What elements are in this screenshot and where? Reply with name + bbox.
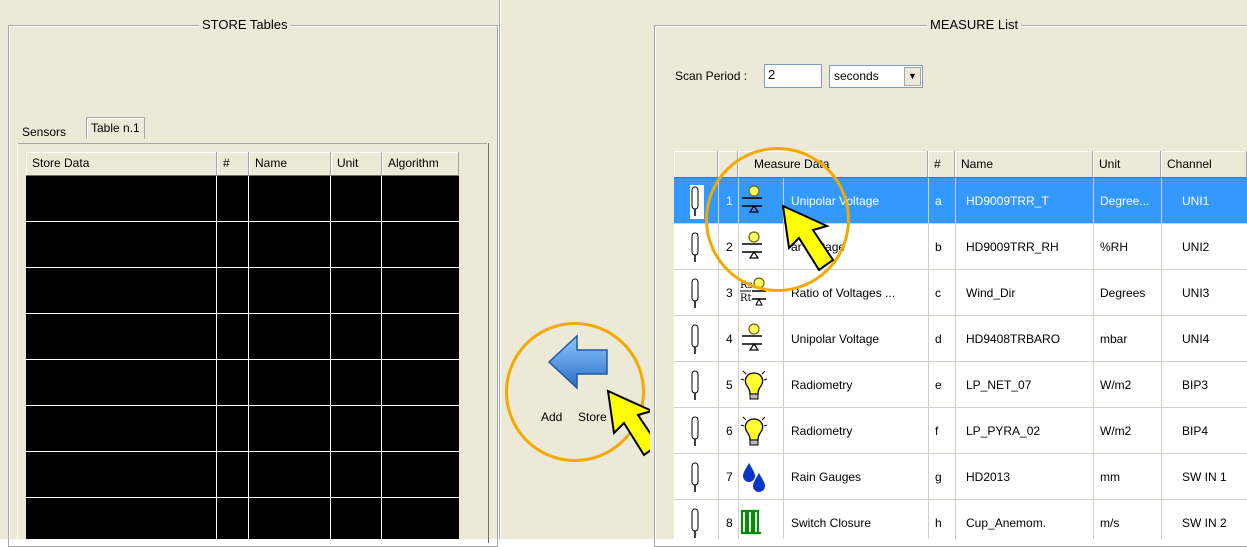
col-name[interactable]: Name [249,152,331,176]
name-cell: HD9009TRR_T [966,194,1049,208]
lightbulb-icon [740,415,770,449]
col-hash[interactable]: # [928,151,955,178]
scan-unit-value: seconds [834,69,879,83]
tab-table-n1[interactable]: Table n.1 [86,117,145,139]
unit-cell: Degree... [1100,194,1150,208]
thermometer-icon [690,185,704,219]
row-index: 8 [726,516,733,530]
channel-cell: UNI2 [1182,240,1210,254]
col-algorithm[interactable]: Algorithm [382,152,459,176]
measure-data-cell: Switch Closure [791,516,872,530]
unit-cell: m/s [1100,516,1120,530]
grid-line [26,451,459,452]
thermometer-icon [690,369,704,403]
store-data-table[interactable]: Store Data # Name Unit Algorithm [26,152,459,539]
grid-line [26,313,459,314]
switch-closure-icon [740,507,770,539]
hash-cell: h [935,516,942,530]
name-cell: HD9408TRBARO [966,332,1061,346]
grid-line [928,178,929,539]
thermometer-icon [690,415,704,449]
channel-cell: SW IN 2 [1182,516,1227,530]
grid-line [26,221,459,222]
name-cell: LP_NET_07 [966,378,1032,392]
thermometer-icon [690,231,704,265]
channel-cell: BIP4 [1182,424,1209,438]
unit-cell: %RH [1100,240,1129,254]
name-cell: LP_PYRA_02 [966,424,1041,438]
store-panel-title: STORE Tables [199,17,291,32]
channel-cell: UNI1 [1182,194,1210,208]
measure-data-cell: Rain Gauges [791,470,862,484]
row-index: 5 [726,378,733,392]
thermometer-icon [690,323,704,357]
scan-period-input[interactable]: 2 [764,64,822,88]
col-name[interactable]: Name [955,151,1093,178]
hash-cell: f [935,424,939,438]
scan-unit-select[interactable]: seconds ▼ [829,65,923,88]
thermometer-icon [690,507,704,539]
store-panel: STORE Tables Sensors Table n.1 Store Dat… [0,0,500,547]
grid-line [248,176,249,539]
raindrops-icon [740,461,770,495]
tab-sensors[interactable]: Sensors [18,124,70,140]
row-index: 6 [726,424,733,438]
measure-data-cell: Radiometry [791,378,853,392]
unipolar-voltage-icon [740,323,770,357]
name-cell: HD2013 [966,470,1011,484]
grid-line [955,178,956,539]
scan-period-label: Scan Period : [675,69,748,83]
col-channel[interactable]: Channel [1161,151,1247,178]
measure-panel-title: MEASURE List [927,17,1022,32]
unit-cell: W/m2 [1100,378,1132,392]
measure-data-cell: Radiometry [791,424,853,438]
pointer-arrow-icon [781,204,835,272]
unit-cell: mbar [1100,332,1128,346]
unit-cell: W/m2 [1100,424,1132,438]
unit-cell: Degrees [1100,286,1146,300]
grid-line [26,497,459,498]
svg-text:Rt: Rt [740,293,752,304]
grid-line [1093,178,1094,539]
channel-cell: SW IN 1 [1182,470,1227,484]
name-cell: HD9009TRR_RH [966,240,1059,254]
name-cell: Cup_Anemom. [966,516,1047,530]
hash-cell: b [935,240,942,254]
thermometer-icon [690,277,704,311]
grid-line [26,405,459,406]
channel-cell: UNI3 [1182,286,1210,300]
grid-line [381,176,382,539]
lightbulb-icon [740,369,770,403]
grid-line [26,359,459,360]
hash-cell: e [935,378,942,392]
measure-data-cell: Unipolar Voltage [791,332,880,346]
row-index: 4 [726,332,733,346]
name-cell: Wind_Dir [966,286,1016,300]
hash-cell: c [935,286,941,300]
row-index: 7 [726,470,733,484]
grid-line [330,176,331,539]
hash-cell: g [935,470,942,484]
grid-line [1161,178,1162,539]
channel-cell: BIP3 [1182,378,1209,392]
col-unit[interactable]: Unit [331,152,382,176]
channel-cell: UNI4 [1182,332,1210,346]
hash-cell: d [935,332,942,346]
thermometer-icon [690,461,704,495]
grid-line [216,176,217,539]
col-handle [674,151,718,178]
unit-cell: mm [1100,470,1120,484]
col-hash[interactable]: # [217,152,249,176]
col-unit[interactable]: Unit [1093,151,1161,178]
grid-line [26,267,459,268]
col-store-data[interactable]: Store Data [26,152,217,176]
chevron-down-icon[interactable]: ▼ [904,67,921,86]
hash-cell: a [935,194,942,208]
